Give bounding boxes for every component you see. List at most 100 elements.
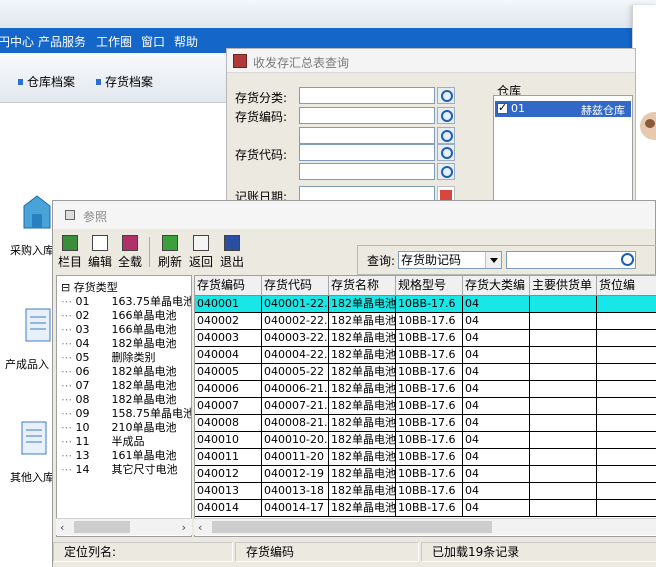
table-cell[interactable]: 040001	[195, 296, 262, 313]
tree-item[interactable]: ⋯ 09 158.75单晶电池	[61, 405, 191, 420]
tree-item[interactable]: ⋯ 08 182单晶电池	[61, 391, 177, 406]
menu-item-products[interactable]: 产品服务	[38, 33, 86, 50]
table-cell[interactable]: 182单晶电池	[329, 449, 396, 466]
table-cell[interactable]: 040002-22.1	[262, 313, 329, 330]
other-inbound-icon[interactable]	[18, 418, 52, 458]
table-cell[interactable]: 10BB-17.6	[396, 466, 463, 483]
table-cell[interactable]: 04	[463, 432, 530, 449]
column-header[interactable]: 存货代码	[262, 276, 329, 296]
table-cell[interactable]	[597, 500, 656, 517]
item-code-from-input[interactable]	[299, 144, 435, 161]
column-header[interactable]: 存货名称	[329, 276, 396, 296]
menu-item-center[interactable]: 円中心	[0, 33, 34, 50]
table-cell[interactable]	[530, 330, 597, 347]
table-cell[interactable]: 10BB-17.6	[396, 415, 463, 432]
code-from-search-icon[interactable]	[437, 107, 455, 124]
query-window-title-bar[interactable]: 收发存汇总表查询	[227, 49, 635, 73]
table-cell[interactable]: 04	[463, 398, 530, 415]
table-cell[interactable]: 040014	[195, 500, 262, 517]
warehouse-checkbox[interactable]	[497, 101, 508, 114]
table-cell[interactable]: 10BB-17.6	[396, 347, 463, 364]
tree-item[interactable]: ⋯ 07 182单晶电池	[61, 377, 177, 392]
warehouse-list-item[interactable]: 01 赫兹仓库	[495, 101, 631, 117]
table-cell[interactable]: 040006	[195, 381, 262, 398]
tree-item[interactable]: ⋯ 14 其它尺寸电池	[61, 461, 178, 476]
table-cell[interactable]: 182单晶电池	[329, 483, 396, 500]
table-cell[interactable]: 10BB-17.6	[396, 364, 463, 381]
purchase-inbound-icon[interactable]	[20, 192, 54, 232]
chevron-down-icon[interactable]	[485, 252, 501, 268]
category-input[interactable]	[299, 87, 435, 104]
table-cell[interactable]	[530, 466, 597, 483]
tree-item[interactable]: ⋯ 10 210单晶电池	[61, 419, 177, 434]
table-cell[interactable]	[597, 449, 656, 466]
table-cell[interactable]	[597, 432, 656, 449]
category-lookup-search-icon[interactable]	[437, 87, 455, 104]
table-cell[interactable]	[597, 347, 656, 364]
tree-item[interactable]: ⋯ 04 182单晶电池	[61, 335, 177, 350]
reference-window-title-bar[interactable]: 参照	[53, 201, 655, 229]
table-cell[interactable]: 10BB-17.6	[396, 398, 463, 415]
table-cell[interactable]: 04	[463, 466, 530, 483]
search-icon[interactable]	[619, 252, 637, 268]
table-cell[interactable]: 040003-22.7	[262, 330, 329, 347]
table-cell[interactable]: 182单晶电池	[329, 432, 396, 449]
column-header[interactable]: 存货编码	[195, 276, 262, 296]
table-cell[interactable]: 10BB-17.6	[396, 313, 463, 330]
table-cell[interactable]	[530, 296, 597, 313]
code-to-input[interactable]	[299, 127, 435, 144]
table-cell[interactable]: 040003	[195, 330, 262, 347]
table-cell[interactable]: 040007-21.4	[262, 398, 329, 415]
table-cell[interactable]	[597, 364, 656, 381]
scroll-thumb[interactable]	[212, 521, 492, 533]
table-cell[interactable]: 10BB-17.6	[396, 296, 463, 313]
table-cell[interactable]	[530, 313, 597, 330]
table-cell[interactable]: 10BB-17.6	[396, 449, 463, 466]
table-cell[interactable]: 040002	[195, 313, 262, 330]
table-cell[interactable]	[530, 500, 597, 517]
item-code-to-search-icon[interactable]	[437, 163, 455, 180]
table-cell[interactable]: 04	[463, 347, 530, 364]
table-cell[interactable]: 04	[463, 415, 530, 432]
table-cell[interactable]: 040004	[195, 347, 262, 364]
tree-item[interactable]: ⋯ 02 166单晶电池	[61, 307, 177, 322]
scroll-left-icon[interactable]: ‹	[60, 521, 64, 534]
search-field-select[interactable]: 存货助记码	[398, 251, 502, 269]
table-cell[interactable]	[597, 483, 656, 500]
table-cell[interactable]	[530, 483, 597, 500]
table-cell[interactable]: 040014-17	[262, 500, 329, 517]
production-inbound-icon[interactable]	[22, 305, 56, 345]
table-cell[interactable]: 182单晶电池	[329, 466, 396, 483]
table-cell[interactable]: 04	[463, 330, 530, 347]
table-cell[interactable]: 04	[463, 381, 530, 398]
table-cell[interactable]	[530, 415, 597, 432]
table-cell[interactable]	[530, 381, 597, 398]
exit-button[interactable]: 退出	[217, 235, 247, 271]
table-cell[interactable]: 040010-20.6	[262, 432, 329, 449]
edit-button[interactable]: 编辑	[85, 235, 115, 271]
table-cell[interactable]: 040004-22.	[262, 347, 329, 364]
table-cell[interactable]	[530, 432, 597, 449]
table-cell[interactable]: 040005	[195, 364, 262, 381]
table-cell[interactable]	[597, 415, 656, 432]
table-cell[interactable]: 040006-21.6	[262, 381, 329, 398]
table-cell[interactable]: 040007	[195, 398, 262, 415]
load-all-button[interactable]: 全载	[115, 235, 145, 271]
menu-item-window[interactable]: 窗口	[141, 33, 165, 50]
table-cell[interactable]: 10BB-17.6	[396, 381, 463, 398]
table-cell[interactable]: 10BB-17.6	[396, 432, 463, 449]
table-cell[interactable]: 182单晶电池	[329, 296, 396, 313]
table-cell[interactable]: 10BB-17.6	[396, 483, 463, 500]
table-cell[interactable]	[597, 296, 656, 313]
table-cell[interactable]: 04	[463, 449, 530, 466]
table-cell[interactable]: 04	[463, 500, 530, 517]
table-cell[interactable]: 040011-20	[262, 449, 329, 466]
table-cell[interactable]	[530, 347, 597, 364]
table-cell[interactable]: 182单晶电池	[329, 313, 396, 330]
table-cell[interactable]	[597, 466, 656, 483]
table-cell[interactable]: 040012	[195, 466, 262, 483]
table-cell[interactable]: 04	[463, 313, 530, 330]
table-cell[interactable]	[530, 364, 597, 381]
table-cell[interactable]	[597, 330, 656, 347]
table-cell[interactable]: 040013	[195, 483, 262, 500]
